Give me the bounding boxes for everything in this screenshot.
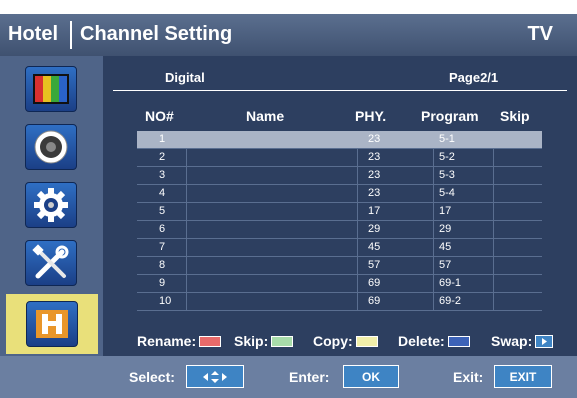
legend-rename-label: Rename: [137,333,197,349]
title-separator [70,21,72,49]
legend-copy-label: Copy: [313,333,353,349]
cell-program: 17 [439,205,452,217]
color-bars-icon [25,66,77,112]
cell-program: 5-4 [439,187,455,199]
title-bar: Hotel Channel Setting TV [0,14,577,56]
yellow-key-icon [355,335,378,347]
sidebar-item-picture[interactable] [12,62,90,116]
cell-program: 5-2 [439,151,455,163]
mode-label: Digital [165,70,205,85]
cell-program: 69-1 [439,277,462,289]
cell-no: 5 [159,205,166,217]
swap-key-icon [535,334,554,348]
cell-no: 6 [159,223,166,235]
channel-row[interactable]: 8 57 57 [137,257,542,275]
red-key-icon [199,335,222,347]
select-button[interactable] [186,365,244,388]
hotel-title: Hotel [8,23,58,45]
cell-phy: 23 [368,151,381,163]
sidebar-item-setup[interactable] [12,178,90,232]
cell-program: 5-3 [439,169,455,181]
ok-button[interactable]: OK [343,365,399,388]
channel-row[interactable]: 4 23 5-4 [137,185,542,203]
col-header-program: Program [421,108,479,124]
channel-row[interactable]: 10 69 69-2 [137,293,542,311]
channel-row[interactable]: 1 23 5-1 [137,131,542,149]
channel-panel: Digital Page2/1 NO# Name PHY. Program Sk… [103,56,577,356]
exit-label: Exit: [453,369,484,385]
cell-phy: 17 [368,205,381,217]
cell-program: 69-2 [439,295,462,307]
cell-no: 2 [159,151,166,163]
legend-skip: Skip: [234,333,294,349]
sidebar [0,56,103,356]
arrows-icon [203,370,227,383]
cell-phy: 23 [368,133,381,145]
cell-phy: 57 [368,259,381,271]
channel-row[interactable]: 6 29 29 [137,221,542,239]
cell-program: 5-1 [439,133,455,145]
legend-delete-label: Delete: [398,333,445,349]
cell-no: 10 [159,295,172,307]
channel-table: 1 23 5-1 2 23 5-2 3 23 5-3 4 23 5-4 5 17… [137,131,542,311]
cell-no: 9 [159,277,166,289]
exit-button[interactable]: EXIT [494,365,552,388]
legend-skip-label: Skip: [234,333,269,349]
cell-phy: 29 [368,223,381,235]
cell-program: 45 [439,241,452,253]
cell-no: 4 [159,187,166,199]
tools-icon [25,240,77,286]
speaker-icon [25,124,77,170]
hotel-h-icon [26,301,78,347]
green-key-icon [271,335,294,347]
col-header-skip: Skip [500,108,530,124]
sidebar-item-tools[interactable] [12,236,90,290]
legend-delete: Delete: [398,333,470,349]
legend-swap-label: Swap: [491,333,533,349]
select-label: Select: [129,369,175,385]
footer-bar: Select: Enter: OK Exit: EXIT [0,356,577,398]
legend-rename: Rename: [137,333,222,349]
cell-program: 29 [439,223,452,235]
legend-swap: Swap: [491,333,554,349]
page-title: Channel Setting [80,23,233,45]
col-header-name: Name [246,108,285,124]
channel-row[interactable]: 3 23 5-3 [137,167,542,185]
cell-no: 7 [159,241,166,253]
cell-phy: 69 [368,277,381,289]
legend-copy: Copy: [313,333,378,349]
header-divider [113,90,567,91]
channel-row[interactable]: 5 17 17 [137,203,542,221]
cell-phy: 23 [368,169,381,181]
blue-key-icon [447,335,470,347]
sidebar-item-sound[interactable] [12,120,90,174]
enter-label: Enter: [289,369,330,385]
channel-row[interactable]: 2 23 5-2 [137,149,542,167]
sidebar-item-hotel[interactable] [6,294,98,354]
cell-no: 3 [159,169,166,181]
cell-program: 57 [439,259,452,271]
cell-no: 8 [159,259,166,271]
channel-row[interactable]: 9 69 69-1 [137,275,542,293]
cell-phy: 23 [368,187,381,199]
channel-row[interactable]: 7 45 45 [137,239,542,257]
cell-phy: 69 [368,295,381,307]
col-header-no: NO# [145,108,174,124]
source-label: TV [527,23,553,45]
gear-icon [25,182,77,228]
page-indicator: Page2/1 [449,70,499,85]
cell-phy: 45 [368,241,381,253]
cell-no: 1 [159,133,166,145]
col-header-phy: PHY. [355,108,387,124]
